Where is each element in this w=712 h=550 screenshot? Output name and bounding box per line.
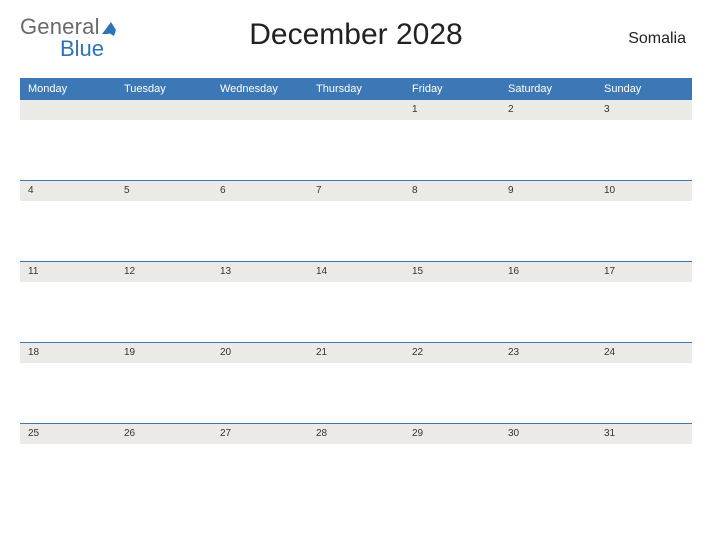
date-cell: 7 [308, 181, 404, 201]
day-body [212, 201, 308, 261]
weekday-header: Sunday [596, 78, 692, 99]
date-cell: 21 [308, 343, 404, 363]
weekday-header: Wednesday [212, 78, 308, 99]
day-body [596, 444, 692, 504]
date-cell: 10 [596, 181, 692, 201]
day-body [500, 201, 596, 261]
day-body [404, 444, 500, 504]
day-body [308, 282, 404, 342]
country-label: Somalia [628, 30, 686, 48]
day-body [404, 201, 500, 261]
date-cell [20, 100, 116, 120]
weekday-header: Saturday [500, 78, 596, 99]
weekday-header: Monday [20, 78, 116, 99]
header: General Blue December 2028 Somalia [20, 12, 692, 72]
calendar-grid: Monday Tuesday Wednesday Thursday Friday… [20, 78, 692, 504]
date-cell: 11 [20, 262, 116, 282]
day-body [116, 444, 212, 504]
date-cell [308, 100, 404, 120]
day-body [308, 201, 404, 261]
day-body [212, 120, 308, 180]
day-body [404, 363, 500, 423]
date-cell: 18 [20, 343, 116, 363]
date-cell: 17 [596, 262, 692, 282]
date-cell: 26 [116, 424, 212, 444]
day-body [308, 363, 404, 423]
brand-logo: General Blue [20, 14, 118, 40]
brand-mark-icon [102, 20, 118, 41]
weekday-header-row: Monday Tuesday Wednesday Thursday Friday… [20, 78, 692, 99]
date-cell [212, 100, 308, 120]
week-row: 25 26 27 28 29 30 31 [20, 423, 692, 504]
day-body [404, 120, 500, 180]
date-cell: 29 [404, 424, 500, 444]
date-cell: 25 [20, 424, 116, 444]
date-cell: 6 [212, 181, 308, 201]
day-body [116, 363, 212, 423]
date-cell: 3 [596, 100, 692, 120]
week-row: 18 19 20 21 22 23 24 [20, 342, 692, 423]
day-body [212, 363, 308, 423]
day-body [500, 444, 596, 504]
day-body [596, 201, 692, 261]
day-body [212, 282, 308, 342]
date-cell: 4 [20, 181, 116, 201]
date-cell: 14 [308, 262, 404, 282]
day-body [20, 444, 116, 504]
date-cell: 19 [116, 343, 212, 363]
date-cell: 8 [404, 181, 500, 201]
date-cell: 16 [500, 262, 596, 282]
day-body [596, 363, 692, 423]
week-row: 1 2 3 [20, 99, 692, 180]
day-body [404, 282, 500, 342]
date-cell: 31 [596, 424, 692, 444]
day-body [116, 201, 212, 261]
day-body [20, 363, 116, 423]
day-body [308, 444, 404, 504]
date-cell: 24 [596, 343, 692, 363]
day-body [500, 282, 596, 342]
date-cell: 20 [212, 343, 308, 363]
day-body [500, 363, 596, 423]
date-cell: 15 [404, 262, 500, 282]
date-cell [116, 100, 212, 120]
day-body [20, 282, 116, 342]
calendar-page: General Blue December 2028 Somalia Monda… [0, 0, 712, 524]
day-body [308, 120, 404, 180]
date-cell: 13 [212, 262, 308, 282]
day-body [596, 282, 692, 342]
date-cell: 30 [500, 424, 596, 444]
week-row: 4 5 6 7 8 9 10 [20, 180, 692, 261]
date-cell: 27 [212, 424, 308, 444]
brand-word-2: Blue [60, 36, 104, 62]
weekday-header: Tuesday [116, 78, 212, 99]
day-body [116, 120, 212, 180]
day-body [212, 444, 308, 504]
date-cell: 9 [500, 181, 596, 201]
date-cell: 2 [500, 100, 596, 120]
date-cell: 23 [500, 343, 596, 363]
month-year-title: December 2028 [20, 12, 692, 52]
day-body [20, 201, 116, 261]
date-cell: 22 [404, 343, 500, 363]
date-cell: 28 [308, 424, 404, 444]
date-cell: 1 [404, 100, 500, 120]
day-body [116, 282, 212, 342]
day-body [500, 120, 596, 180]
weekday-header: Friday [404, 78, 500, 99]
day-body [20, 120, 116, 180]
date-cell: 12 [116, 262, 212, 282]
date-cell: 5 [116, 181, 212, 201]
weekday-header: Thursday [308, 78, 404, 99]
week-row: 11 12 13 14 15 16 17 [20, 261, 692, 342]
day-body [596, 120, 692, 180]
